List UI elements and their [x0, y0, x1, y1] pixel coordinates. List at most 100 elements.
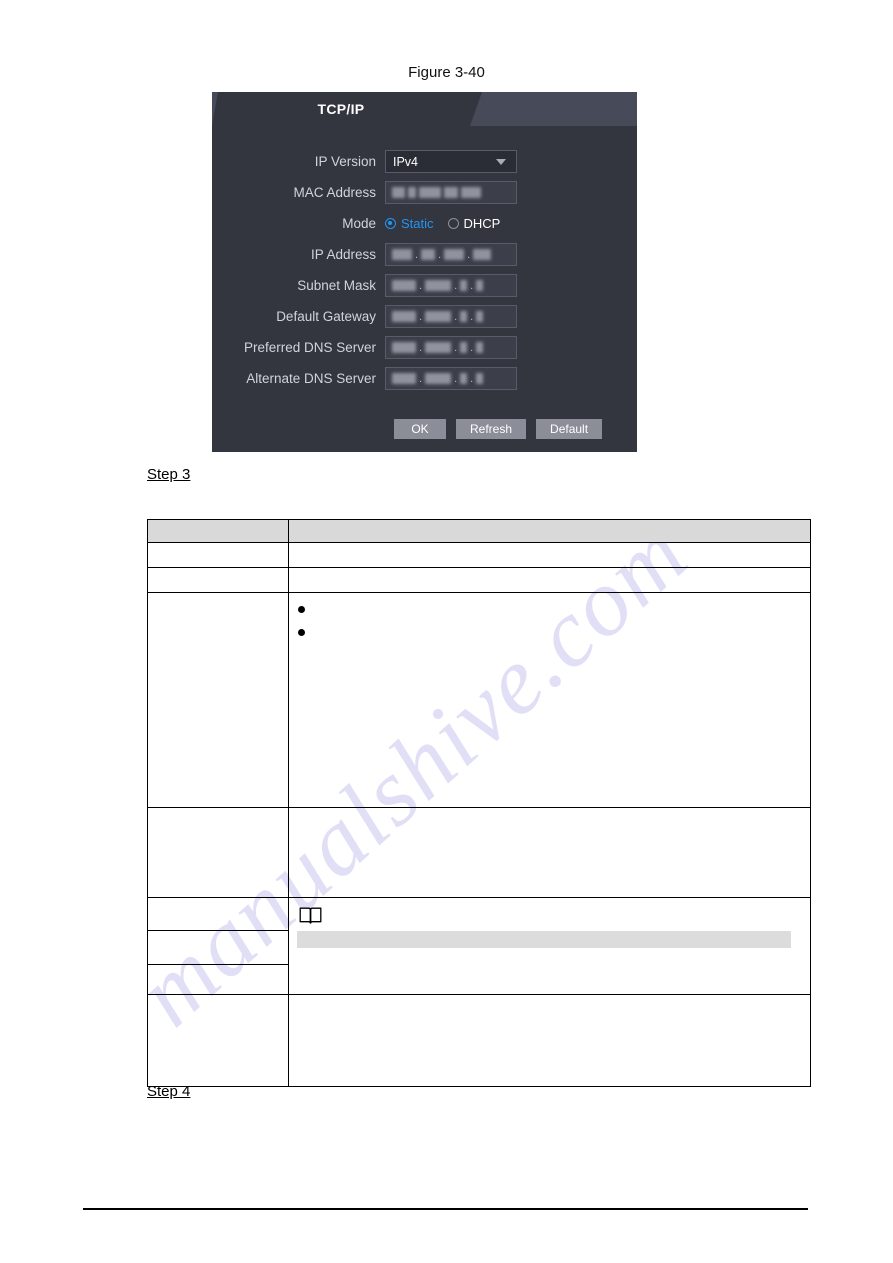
row-ip-address: IP Address . . .: [212, 239, 637, 270]
table-cell-desc-bullets: [288, 592, 811, 808]
ip-version-select[interactable]: IPv4: [385, 150, 517, 173]
radio-static-label: Static: [401, 216, 434, 231]
dialog-tab-bar: TCP/IP: [212, 92, 637, 126]
mac-address-field: [385, 181, 517, 204]
ip-version-value: IPv4: [393, 154, 419, 169]
radio-dhcp-label: DHCP: [463, 216, 501, 231]
label-alternate-dns: Alternate DNS Server: [246, 371, 376, 386]
table-cell-name: [147, 930, 289, 965]
ok-button[interactable]: OK: [394, 419, 446, 439]
radio-dhcp[interactable]: DHCP: [447, 216, 501, 231]
ip-dot-separator: .: [415, 248, 419, 261]
redacted-block: [392, 373, 416, 384]
label-ip-address: IP Address: [310, 247, 376, 262]
tcpip-form: IP Version IPv4 MAC Address Mode Static …: [212, 126, 637, 394]
alternate-dns-field[interactable]: . . .: [385, 367, 517, 390]
ip-dot-separator: .: [470, 279, 474, 292]
ip-dot-separator: .: [438, 248, 442, 261]
radio-selected-icon: [385, 218, 396, 229]
default-button[interactable]: Default: [536, 419, 603, 439]
ip-dot-separator: .: [454, 310, 458, 323]
table-cell-desc: [288, 567, 811, 593]
ip-dot-separator: .: [470, 310, 474, 323]
default-gateway-field[interactable]: . . .: [385, 305, 517, 328]
redacted-block: [425, 311, 452, 322]
label-preferred-dns: Preferred DNS Server: [243, 340, 376, 355]
subnet-mask-field[interactable]: . . .: [385, 274, 517, 297]
table-cell-name: [147, 542, 289, 568]
table-row: [147, 592, 811, 808]
footer-divider: [83, 1208, 808, 1210]
book-note-icon: [299, 907, 322, 924]
note-block: [289, 898, 810, 956]
table-row: [147, 542, 811, 568]
redacted-block: [473, 249, 492, 260]
redacted-block: [421, 249, 436, 260]
redacted-block: [392, 249, 412, 260]
ip-dot-separator: .: [419, 341, 423, 354]
ip-dot-separator: .: [467, 248, 471, 261]
row-default-gateway: Default Gateway . . .: [212, 301, 637, 332]
ip-dot-separator: .: [454, 341, 458, 354]
label-default-gateway: Default Gateway: [276, 309, 376, 324]
table-cell-name: [147, 994, 289, 1087]
row-mac-address: MAC Address: [212, 177, 637, 208]
table-cell-desc: [288, 807, 811, 898]
row-ip-version: IP Version IPv4: [212, 146, 637, 177]
redacted-block: [476, 280, 484, 291]
row-mode: Mode Static DHCP: [212, 208, 637, 239]
ip-dot-separator: .: [454, 279, 458, 292]
redacted-block: [476, 342, 484, 353]
row-preferred-dns: Preferred DNS Server . . .: [212, 332, 637, 363]
redacted-block: [460, 311, 468, 322]
table-cell-name: [147, 964, 289, 995]
ip-address-field[interactable]: . . .: [385, 243, 517, 266]
table-cell-desc: [288, 994, 811, 1087]
table-row: [147, 567, 811, 593]
redacted-block: [444, 249, 465, 260]
redacted-block: [419, 187, 441, 198]
tab-tcpip-label: TCP/IP: [317, 101, 365, 117]
redacted-block: [425, 373, 452, 384]
table-cell-name: [147, 592, 289, 808]
step-3-label: Step 3: [147, 466, 191, 483]
ip-dot-separator: .: [419, 279, 423, 292]
bullet-list: [289, 593, 810, 647]
figure-caption: Figure 3-40: [408, 64, 485, 81]
ip-dot-separator: .: [419, 310, 423, 323]
radio-static[interactable]: Static: [385, 216, 434, 231]
row-alternate-dns: Alternate DNS Server . . .: [212, 363, 637, 394]
ip-dot-separator: .: [454, 372, 458, 385]
redacted-block: [425, 342, 452, 353]
tcpip-dialog: TCP/IP IP Version IPv4 MAC Address Mode …: [212, 92, 637, 452]
redacted-block: [476, 373, 484, 384]
row-subnet-mask: Subnet Mask . . .: [212, 270, 637, 301]
label-mode: Mode: [342, 216, 376, 231]
redacted-block: [460, 373, 468, 384]
table-row: [147, 994, 811, 1087]
ip-dot-separator: .: [419, 372, 423, 385]
redacted-block: [476, 311, 484, 322]
dialog-button-row: OK Refresh Default: [394, 419, 603, 439]
preferred-dns-field[interactable]: . . .: [385, 336, 517, 359]
redacted-block: [392, 280, 416, 291]
radio-unselected-icon: [447, 218, 459, 229]
redacted-block: [460, 342, 468, 353]
redacted-block: [408, 187, 416, 198]
step-4-label: Step 4: [147, 1083, 191, 1100]
parameter-table: [147, 519, 811, 1087]
redacted-block: [425, 280, 452, 291]
redacted-block: [392, 187, 405, 198]
refresh-button[interactable]: Refresh: [456, 419, 527, 439]
table-row: [147, 807, 811, 898]
label-ip-version: IP Version: [314, 154, 376, 169]
table-cell-name: [147, 897, 289, 931]
redacted-block: [392, 342, 416, 353]
bullet-item: [289, 624, 810, 647]
redacted-block: [461, 187, 481, 198]
table-row: [147, 897, 811, 995]
table-cell-name: [147, 807, 289, 898]
tab-tcpip[interactable]: TCP/IP: [212, 92, 482, 126]
redacted-block: [460, 280, 468, 291]
bullet-item: [289, 601, 810, 624]
